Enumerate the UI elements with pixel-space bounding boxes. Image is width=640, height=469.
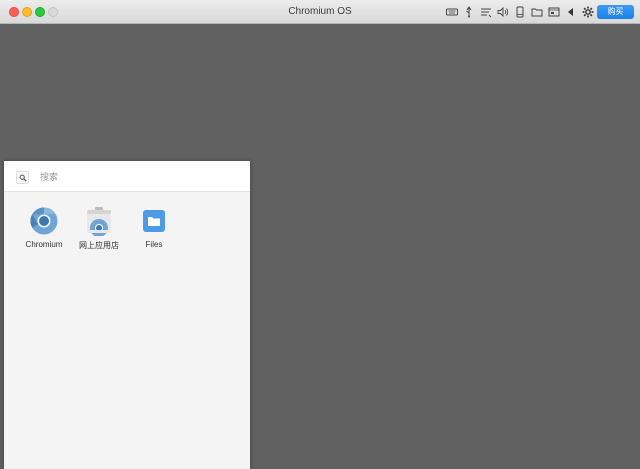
display-icon[interactable] (548, 6, 560, 18)
search-bar (4, 161, 250, 192)
usb-icon[interactable] (463, 6, 475, 18)
buy-button[interactable]: 购买 (597, 5, 634, 19)
app-tile-web-store[interactable]: 网上应用店 (71, 206, 127, 251)
back-arrow-icon[interactable] (565, 6, 577, 18)
app-label: 网上应用店 (79, 241, 119, 250)
app-tile-chromium[interactable]: Chromium (16, 206, 72, 249)
folder-share-icon[interactable] (531, 6, 543, 18)
search-icon[interactable] (16, 171, 29, 184)
app-label: Chromium (25, 240, 63, 249)
chromium-icon (29, 206, 59, 236)
speaker-icon[interactable] (497, 6, 509, 18)
app-tile-files[interactable]: Files (126, 206, 182, 249)
vm-toolbar (446, 5, 594, 19)
app-label: Files (145, 240, 163, 249)
search-input[interactable] (40, 170, 230, 184)
device-icon[interactable] (514, 6, 526, 18)
window-titlebar: Chromium OS 购买 (0, 0, 640, 24)
web-store-icon (84, 206, 114, 237)
network-icon[interactable] (480, 6, 492, 18)
gear-icon[interactable] (582, 6, 594, 18)
keyboard-icon[interactable] (446, 6, 458, 18)
files-icon (139, 206, 169, 236)
app-launcher: Chromium 网上应用店 Files (4, 161, 250, 469)
